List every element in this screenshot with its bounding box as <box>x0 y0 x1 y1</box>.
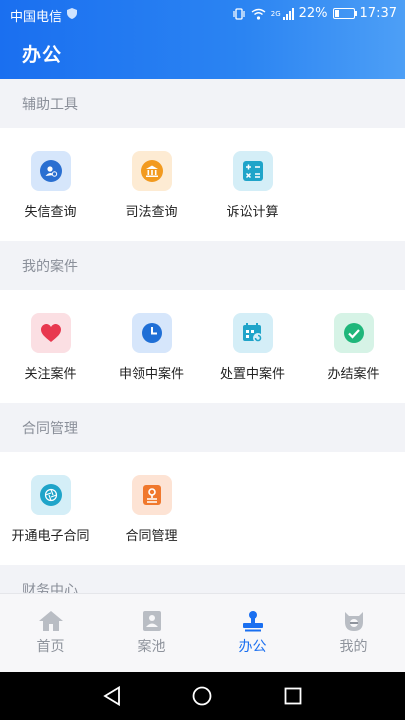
status-bar: 中国电信 2G 22% 17:37 <box>0 0 405 28</box>
main-content[interactable]: 辅助工具 失信查询 司法查询 诉讼计算 我的案件 关注案件 申领中案件 处置中案… <box>0 79 405 593</box>
tools-grid: 失信查询 司法查询 诉讼计算 <box>0 128 405 241</box>
aperture-icon <box>30 475 71 515</box>
signal-icon <box>282 7 294 20</box>
contract-grid: 开通电子合同 合同管理 <box>0 452 405 565</box>
tool-label: 诉讼计算 <box>226 205 279 220</box>
clock-icon <box>131 313 172 353</box>
case-followed[interactable]: 关注案件 <box>0 290 101 403</box>
tool-court-search[interactable]: 司法查询 <box>101 128 202 241</box>
case-label: 申领中案件 <box>118 367 184 382</box>
home-icon <box>38 611 63 631</box>
nav-home[interactable]: 首页 <box>0 594 101 673</box>
nav-label: 办公 <box>238 639 267 655</box>
recents-icon[interactable] <box>284 687 302 705</box>
nav-label: 案池 <box>137 639 166 655</box>
case-disposing[interactable]: 处置中案件 <box>202 290 303 403</box>
system-navigation-bar <box>0 672 405 720</box>
contract-management[interactable]: 合同管理 <box>101 452 202 565</box>
battery-percent: 22% <box>298 6 328 21</box>
tool-label: 失信查询 <box>24 205 77 220</box>
heart-icon <box>30 313 71 353</box>
tool-litigation-calc[interactable]: 诉讼计算 <box>202 128 303 241</box>
contract-label: 开通电子合同 <box>11 529 90 544</box>
clock-time: 17:37 <box>359 6 397 21</box>
app-header: 中国电信 2G 22% 17:37 办公 <box>0 0 405 79</box>
bottom-navigation: 首页 案池 办公 我的 <box>0 593 405 673</box>
case-label: 处置中案件 <box>219 367 285 382</box>
section-title-finance: 财务中心 <box>0 565 405 593</box>
nav-case-pool[interactable]: 案池 <box>101 594 202 673</box>
calendar-refresh-icon <box>232 313 273 353</box>
battery-icon <box>332 8 357 19</box>
contract-open-e-contract[interactable]: 开通电子合同 <box>0 452 101 565</box>
nav-office[interactable]: 办公 <box>202 594 303 673</box>
section-title-tools: 辅助工具 <box>0 79 405 128</box>
nav-mine[interactable]: 我的 <box>303 594 404 673</box>
check-circle-icon <box>333 313 374 353</box>
case-label: 办结案件 <box>327 367 380 382</box>
home-circle-icon[interactable] <box>192 686 212 706</box>
section-title-my-cases: 我的案件 <box>0 241 405 290</box>
tool-label: 司法查询 <box>125 205 178 220</box>
my-cases-grid: 关注案件 申领中案件 处置中案件 办结案件 <box>0 290 405 403</box>
dishonesty-search-icon <box>30 151 71 191</box>
page-title: 办公 <box>22 44 63 66</box>
nav-label: 我的 <box>339 639 368 655</box>
office-stamp-icon <box>242 611 263 632</box>
case-pool-icon <box>142 611 161 631</box>
case-label: 关注案件 <box>24 367 77 382</box>
case-closed[interactable]: 办结案件 <box>303 290 404 403</box>
network-type: 2G <box>270 9 281 18</box>
contract-label: 合同管理 <box>125 529 178 544</box>
back-icon[interactable] <box>103 686 121 706</box>
contract-stamp-icon <box>131 475 172 515</box>
case-applying[interactable]: 申领中案件 <box>101 290 202 403</box>
carrier-name: 中国电信 <box>10 10 63 25</box>
section-title-contract: 合同管理 <box>0 403 405 452</box>
vibrate-icon <box>233 7 245 20</box>
calculator-icon <box>232 151 273 191</box>
wifi-icon <box>251 8 266 20</box>
shield-icon <box>67 8 77 19</box>
nav-label: 首页 <box>36 639 65 655</box>
court-building-icon <box>131 151 172 191</box>
profile-icon <box>344 612 363 631</box>
tool-dishonesty-search[interactable]: 失信查询 <box>0 128 101 241</box>
